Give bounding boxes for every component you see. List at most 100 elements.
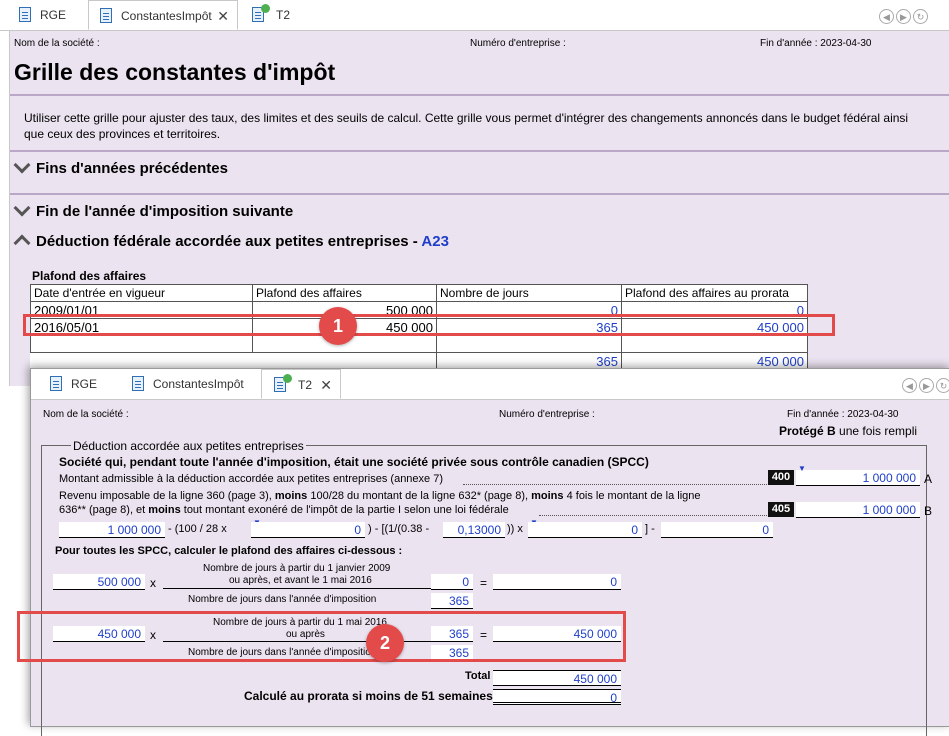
formula-rate-field[interactable]: 0,13000 — [443, 522, 505, 538]
total-label: Total — [465, 670, 491, 682]
chevron-down-icon — [13, 156, 31, 174]
document-icon — [100, 8, 112, 23]
forward-icon[interactable]: ▶ — [919, 378, 934, 393]
total-field: 450 000 — [493, 670, 621, 686]
line-400-label: Montant admissible à la déduction accord… — [59, 473, 444, 485]
chevron-down-icon — [13, 199, 31, 217]
formula-line632-field[interactable]: 0 — [251, 522, 365, 538]
year-end-label: Fin d'année : 2023-04-30 — [787, 409, 899, 420]
t2-form-icon — [252, 4, 270, 22]
divider — [10, 193, 949, 195]
line-code-405: 405 — [768, 502, 794, 517]
page-title: Grille des constantes d'impôt — [14, 59, 336, 85]
formula-exempt-field[interactable]: 0 — [661, 522, 773, 538]
table-cell — [436, 335, 622, 353]
column-header: Nombre de jours — [436, 284, 622, 302]
close-icon[interactable]: ✕ — [217, 1, 229, 31]
spcc-title: Société qui, pendant toute l'année d'imp… — [59, 455, 649, 469]
bottom-tab-bar: RGE ConstantesImpôt T2 ✕ ◀ ▶ ↻ — [31, 369, 949, 400]
line-400-field[interactable]: 1 000 000 — [796, 470, 920, 486]
formula-text-4: ] - — [645, 523, 655, 535]
formula-line636-field[interactable]: 0 — [528, 522, 642, 538]
table-cell[interactable] — [30, 335, 253, 353]
formula-text-1: - (100 / 28 x — [168, 523, 227, 535]
tab-rge[interactable]: RGE — [8, 0, 88, 30]
line-code-400: 400 — [768, 470, 794, 485]
section-small-business-deduction[interactable]: Déduction fédérale accordée aux petites … — [13, 233, 449, 252]
line-405-label-2: 636** (page 8), et moins tout montant ex… — [59, 504, 509, 516]
dotted-leader — [539, 515, 767, 516]
tab-constantes-impot[interactable]: ConstantesImpôt ✕ — [88, 0, 238, 30]
company-name-label: Nom de la société : — [43, 409, 129, 420]
fraction-line — [163, 588, 433, 589]
year-end-label: Fin d'année : 2023-04-30 — [760, 38, 872, 49]
empty-cell — [31, 353, 253, 370]
line-405-field[interactable]: 1 000 000 — [796, 502, 920, 518]
page-description: Utiliser cette grille pour ajuster des t… — [24, 111, 909, 141]
formula-text-2: ) - [(1/(0.38 - — [368, 523, 430, 535]
table-cell — [621, 335, 808, 353]
divider — [10, 94, 949, 96]
t2-form-icon — [274, 374, 292, 392]
highlight-calc2 — [17, 611, 626, 662]
refresh-icon[interactable]: ↻ — [913, 9, 928, 24]
line-400-letter: A — [924, 472, 933, 486]
company-name-label: Nom de la société : — [14, 38, 100, 49]
highlight-row-2016 — [23, 314, 835, 336]
tab-rge[interactable]: RGE — [39, 369, 121, 399]
document-icon — [19, 7, 31, 22]
document-icon — [50, 376, 62, 391]
tab-t2[interactable]: T2 — [240, 0, 310, 30]
column-header: Plafond des affaires — [252, 284, 437, 302]
divider — [10, 150, 949, 152]
section-code: A23 — [421, 233, 449, 250]
top-tab-bar: RGE ConstantesImpôt ✕ T2 ◀ ▶ ↻ — [0, 0, 949, 31]
total-prorata: 450 000 — [621, 352, 808, 370]
table-header-row: Date d'entrée en vigueur Plafond des aff… — [30, 284, 808, 302]
prorata-field: 0 — [493, 689, 621, 705]
chevron-up-icon — [13, 234, 31, 252]
tab-t2[interactable]: T2 ✕ — [261, 369, 341, 399]
column-header: Date d'entrée en vigueur — [30, 284, 253, 302]
forward-icon[interactable]: ▶ — [896, 9, 911, 24]
callout-2: 2 — [366, 624, 404, 662]
spcc-calc-title: Pour toutes les SPCC, calculer le plafon… — [55, 545, 403, 557]
calc1-equals: = — [480, 576, 488, 590]
section-previous-years[interactable]: Fins d'années précédentes — [13, 156, 228, 177]
line-405-label-1: Revenu imposable de la ligne 360 (page 3… — [59, 490, 701, 502]
table-total-row: 365 450 000 — [31, 352, 808, 370]
back-icon[interactable]: ◀ — [879, 9, 894, 24]
bottom-window: RGE ConstantesImpôt T2 ✕ ◀ ▶ ↻ Nom de la… — [30, 368, 949, 736]
close-icon[interactable]: ✕ — [320, 370, 332, 400]
calc1-numerator-label-2: ou après, et avant le 1 mai 2016 — [229, 575, 372, 586]
protected-b-label: Protégé B une fois rempli — [779, 424, 918, 438]
calc1-denominator-label: Nombre de jours dans l'année d'impositio… — [188, 594, 377, 605]
table-caption: Plafond des affaires — [32, 269, 147, 283]
line-405-letter: B — [924, 504, 933, 518]
section-next-year[interactable]: Fin de l'année d'imposition suivante — [13, 199, 293, 220]
table-row — [30, 335, 808, 353]
refresh-icon[interactable]: ↻ — [936, 378, 949, 393]
calc1-numerator-label-1: Nombre de jours à partir du 1 janvier 20… — [203, 563, 391, 574]
prorata-label: Calculé au prorata si moins de 51 semain… — [244, 689, 493, 703]
calc1-result-field: 0 — [493, 574, 621, 590]
tab-constantes-impot[interactable]: ConstantesImpôt — [121, 369, 261, 399]
total-days: 365 — [436, 352, 622, 370]
dotted-leader — [463, 484, 767, 485]
empty-cell — [253, 353, 437, 370]
back-icon[interactable]: ◀ — [902, 378, 917, 393]
calc1-multiply: x — [150, 576, 156, 590]
column-header: Plafond des affaires au prorata — [621, 284, 808, 302]
business-number-label: Numéro d'entreprise : — [470, 38, 566, 49]
formula-text-3: )) x — [507, 523, 523, 535]
t2-form: Nom de la société : Numéro d'entreprise … — [31, 400, 949, 736]
document-icon — [132, 376, 144, 391]
caret-icon: ▼ — [798, 464, 806, 473]
group-title: Déduction accordée aux petites entrepris… — [71, 439, 306, 453]
calc1-days-field: 0 — [431, 574, 473, 590]
calc1-amount-field[interactable]: 500 000 — [53, 574, 145, 590]
callout-1: 1 — [319, 307, 357, 345]
calc1-days-in-year-field: 365 — [431, 593, 473, 609]
formula-income-field[interactable]: 1 000 000 — [59, 522, 165, 538]
business-number-label: Numéro d'entreprise : — [499, 409, 595, 420]
